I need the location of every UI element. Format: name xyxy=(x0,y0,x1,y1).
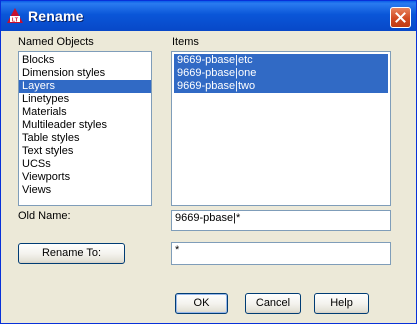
rename-to-field[interactable]: * xyxy=(171,242,391,265)
old-name-field[interactable]: 9669-pbase|* xyxy=(171,210,391,231)
title-bar[interactable]: LT Rename xyxy=(1,1,416,31)
help-button[interactable]: Help xyxy=(314,293,369,314)
cancel-button[interactable]: Cancel xyxy=(245,293,301,314)
autocad-lt-icon: LT xyxy=(7,8,23,23)
dialog-title: Rename xyxy=(28,8,84,24)
close-icon xyxy=(395,12,406,23)
item-row[interactable]: 9669-pbase|one xyxy=(174,67,388,80)
named-objects-list[interactable]: Blocks Dimension styles Layers Linetypes Mat… xyxy=(18,51,152,206)
named-object-item[interactable]: UCSs xyxy=(19,158,151,171)
named-object-item[interactable]: Multileader styles xyxy=(19,119,151,132)
rename-to-button[interactable]: Rename To: xyxy=(18,243,125,264)
named-object-item[interactable]: Text styles xyxy=(19,145,151,158)
item-row[interactable]: 9669-pbase|two xyxy=(174,80,388,93)
item-row[interactable]: 9669-pbase|etc xyxy=(174,54,388,67)
named-object-item[interactable]: Dimension styles xyxy=(19,67,151,80)
named-object-item[interactable]: Linetypes xyxy=(19,93,151,106)
named-object-item[interactable]: Layers xyxy=(19,80,151,93)
rename-dialog: LT Rename Named Objects Blocks Dimension … xyxy=(0,0,417,324)
close-button[interactable] xyxy=(390,7,411,28)
named-object-item[interactable]: Blocks xyxy=(19,54,151,67)
named-object-item[interactable]: Materials xyxy=(19,106,151,119)
svg-text:LT: LT xyxy=(12,17,19,23)
items-label: Items xyxy=(172,36,199,48)
named-object-item[interactable]: Table styles xyxy=(19,132,151,145)
named-object-item[interactable]: Views xyxy=(19,184,151,197)
named-objects-label: Named Objects xyxy=(18,36,94,48)
named-object-item[interactable]: Viewports xyxy=(19,171,151,184)
old-name-label: Old Name: xyxy=(18,210,71,222)
ok-button[interactable]: OK xyxy=(175,293,228,314)
items-list[interactable]: 9669-pbase|etc 9669-pbase|one 9669-pbase|t… xyxy=(171,51,391,206)
